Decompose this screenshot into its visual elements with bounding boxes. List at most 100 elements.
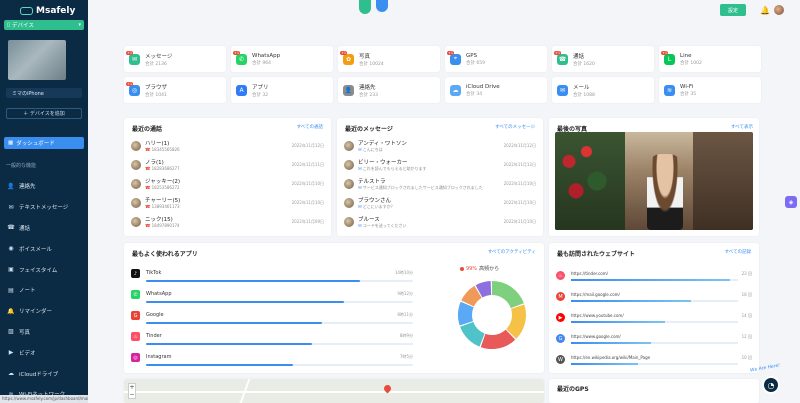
donut-percent: 99%: [466, 265, 478, 272]
mode-toggle-ios[interactable]: [376, 0, 388, 12]
stat-badge: +1: [126, 81, 134, 86]
list-item-sub: ☎18345565826: [145, 147, 288, 153]
list-item[interactable]: チャーリー(5) ☎13893461173 2022年11月10日: [131, 195, 324, 211]
app-name: WhatsApp: [146, 291, 172, 297]
donut-slice[interactable]: [460, 321, 485, 347]
bell-icon[interactable]: 🔔: [760, 6, 770, 15]
stat-card[interactable]: ✿ +1 写真 合計 10024: [338, 46, 440, 72]
stat-card[interactable]: ☁ iCloud Drive 合計 34: [445, 77, 547, 103]
donut-caption: 高頻から: [479, 266, 500, 272]
gps-map[interactable]: + −: [124, 379, 544, 403]
sidebar-item[interactable]: 🔔 リマインダー: [7, 301, 86, 322]
most-used-apps-panel: 最もよく使われるアプリ すべてのアクティビティ 99% 高頻から ♪ TikTok…: [124, 243, 544, 373]
visit-bar-fill: [571, 342, 652, 344]
usage-bar-fill: [146, 280, 360, 282]
stat-card[interactable]: ✉ +1 メッセージ 合計 2136: [124, 46, 226, 72]
app-usage-row[interactable]: G Google 8時11分: [131, 309, 413, 330]
stat-text: 連絡先 合計 233: [359, 83, 378, 98]
donut-slice[interactable]: [492, 281, 524, 309]
sidebar-item[interactable]: ☎ 通話: [7, 218, 86, 239]
usage-bar: [146, 280, 413, 282]
usage-bar-fill: [146, 322, 323, 324]
app-usage-row[interactable]: ◎ Instagram 7時5分: [131, 351, 413, 372]
sidebar-item[interactable]: ▨ 写真: [8, 322, 86, 343]
list-item[interactable]: ハリー(1) ☎18345565826 2022年11月12日: [131, 138, 324, 154]
app-usage-row[interactable]: ♪ TikTok 14時10分: [131, 267, 413, 288]
visit-bar-fill: [571, 279, 730, 281]
stat-badge: +1: [233, 50, 241, 55]
sidebar-item[interactable]: ▣ フェイスタイム: [8, 259, 86, 280]
list-item-sub: ✉どこにいますか？: [358, 204, 500, 210]
list-item-sub: ☎13893461173: [145, 204, 288, 210]
sidebar-item-dashboard[interactable]: ▦ ダッシュボード: [4, 137, 84, 149]
stat-card[interactable]: A アプリ 合計 32: [231, 77, 333, 103]
sidebar-item[interactable]: ☁ iCloudドライブ: [8, 363, 86, 384]
app-name: Tinder: [146, 333, 162, 339]
avatar: [131, 160, 141, 170]
app-usage-row[interactable]: ✆ WhatsApp 9時12分: [131, 288, 413, 309]
donut-slice[interactable]: [458, 301, 474, 326]
mode-toggle-android[interactable]: [359, 0, 371, 14]
stat-card[interactable]: ⌖ +1 GPS 合計 659: [445, 46, 547, 72]
list-item[interactable]: ニック(15) ☎18497890174 2022年11月09日: [131, 214, 324, 230]
cloud-icon: ☁: [8, 370, 14, 378]
stat-count: 合計 10024: [359, 61, 384, 67]
settings-button[interactable]: 設定: [720, 4, 746, 16]
sidebar-item-label: 通話: [19, 225, 31, 232]
list-item[interactable]: ジャッキー(2) ☎18253586272 2022年11月10日: [131, 176, 324, 192]
list-item[interactable]: テルストラ ✉サービス通知ブロックされましたサービス通知ブロックされました 2022…: [344, 176, 536, 192]
sidebar-item[interactable]: ◉ ボイスメール: [8, 238, 86, 259]
avatar: [344, 198, 354, 208]
view-all-photos-link[interactable]: すべて表示: [731, 124, 753, 130]
device-selector[interactable]: ▯ デバイス ▾: [4, 20, 84, 30]
site-count: 14 回: [741, 313, 752, 318]
avatar: [344, 179, 354, 189]
list-item[interactable]: ブルース ✉コードを送ってください 2022年11月10日: [344, 214, 536, 230]
avatar[interactable]: [774, 5, 784, 15]
stat-card[interactable]: 👤 連絡先 合計 233: [338, 77, 440, 103]
website-row[interactable]: Whttps://en.wikipedia.org/wiki/Main_Page…: [556, 353, 752, 374]
side-panel-tab[interactable]: ◈: [785, 196, 797, 208]
website-row[interactable]: Mhttps://mail.google.com/18 回: [556, 290, 752, 311]
sidebar-item[interactable]: ▤ ノート: [8, 280, 86, 301]
stat-card[interactable]: ✉ メール 合計 1088: [552, 77, 654, 103]
stat-card[interactable]: L +1 Line 合計 1002: [659, 46, 761, 72]
wifi-icon: ≋: [664, 84, 675, 96]
all-activity-link[interactable]: すべてのアクティビティ: [488, 249, 536, 255]
all-records-link[interactable]: すべての記録: [724, 249, 751, 255]
stat-count: 合計 964: [252, 60, 272, 66]
website-row[interactable]: ▶ https://www.youtube.com/14 回: [556, 311, 752, 332]
app-usage-row[interactable]: ♨ Tinder 8時9分: [131, 330, 413, 351]
device-name-row[interactable]: ミマのiPhone: [6, 88, 82, 98]
list-item[interactable]: ブラウンさん ✉どこにいますか？ 2022年11月10日: [344, 195, 536, 211]
app-time: 8時9分: [399, 333, 413, 338]
sidebar-item[interactable]: ▶ ビデオ: [8, 342, 86, 363]
list-item-date: 2022年11月11日: [291, 162, 324, 167]
stat-card[interactable]: ✆ +1 WhatsApp 合計 964: [231, 46, 333, 72]
app-name: Instagram: [146, 354, 172, 360]
website-row[interactable]: ♨ https://tinder.com/23 回: [556, 269, 752, 290]
list-item-subtext: 13893461173: [151, 204, 180, 209]
stat-card[interactable]: ≋ Wi-Fi 合計 35: [659, 77, 761, 103]
last-photo[interactable]: [555, 132, 753, 230]
list-item[interactable]: アンディ・ワトソン ✉こんにちは 2022年11月12日: [344, 138, 536, 154]
map-zoom-control[interactable]: + −: [128, 383, 136, 399]
sidebar-nav: 👤 連絡先 ✉ テキストメッセージ ☎ 通話 ◉ ボイスメール ▣ フェイスタイム ▤ ノート 🔔 リマイ…: [7, 176, 86, 403]
stat-card[interactable]: ☎ +1 通話 合計 1620: [552, 46, 654, 72]
chat-icon[interactable]: ◔: [762, 376, 780, 394]
website-row[interactable]: Ghttps://www.google.com/12 回: [556, 332, 752, 353]
list-item-subtext: 18497890174: [151, 223, 180, 228]
sidebar-item[interactable]: 👤 連絡先: [7, 176, 86, 197]
list-item-subtext: 18253586272: [151, 185, 180, 190]
sidebar-item[interactable]: ✉ テキストメッセージ: [8, 197, 86, 218]
all-messages-link[interactable]: すべてのメッセージ: [495, 124, 535, 130]
list-item[interactable]: ビリー・ウォーカー ✉これを読んでもらえると助かります 2022年11月12日: [344, 157, 536, 173]
stat-card[interactable]: ◎ +1 ブラウザ 合計 1041: [124, 77, 226, 103]
video-call-icon: ▣: [8, 266, 14, 274]
support-widget[interactable]: We Are Here! ◔: [750, 363, 790, 398]
all-calls-link[interactable]: すべての通話: [296, 124, 323, 130]
add-device-button[interactable]: ＋ デバイスを追加: [6, 108, 82, 119]
list-item[interactable]: ノラ(1) ☎18283686277 2022年11月11日: [131, 157, 324, 173]
usage-bar: [146, 343, 413, 345]
logo[interactable]: Msafely: [20, 6, 75, 16]
